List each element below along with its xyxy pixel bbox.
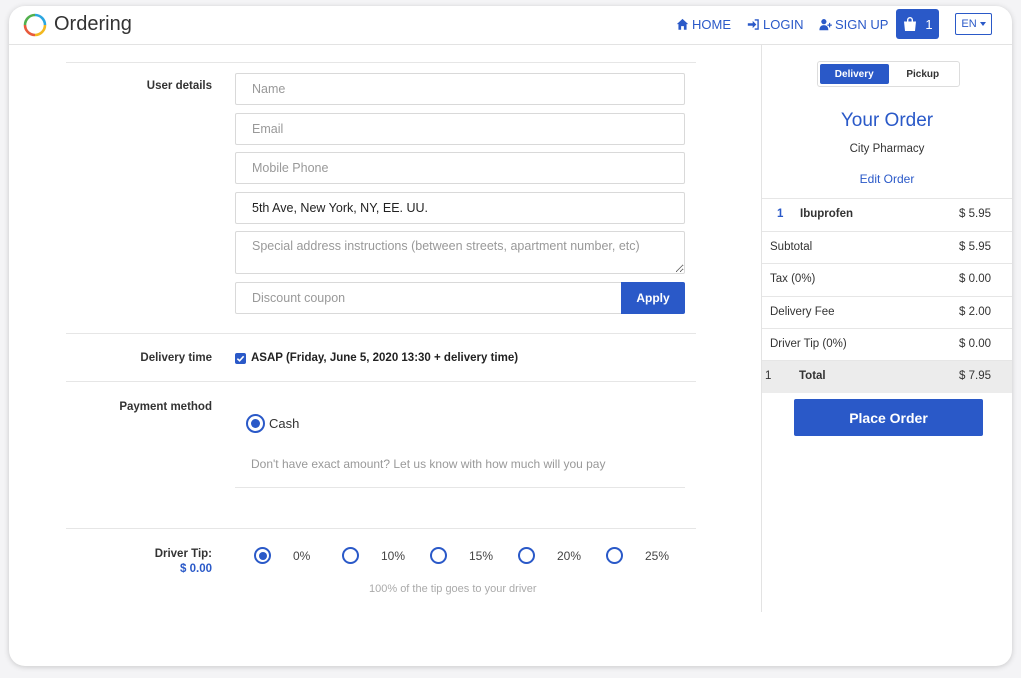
tip-option-15[interactable]: 15% — [430, 547, 493, 564]
user-details-label: User details — [146, 80, 212, 92]
item-quantity: 1 — [777, 208, 784, 220]
nav-signup-link[interactable]: SIGN UP — [819, 17, 888, 32]
asap-checkbox[interactable] — [235, 352, 246, 364]
tip-radio[interactable] — [606, 547, 623, 564]
tip-radio[interactable] — [254, 547, 271, 564]
tip-option-10[interactable]: 10% — [342, 547, 405, 564]
tip-note: 100% of the tip goes to your driver — [369, 583, 537, 595]
check-icon — [236, 355, 245, 362]
tip-option-20[interactable]: 20% — [518, 547, 581, 564]
tip-option-0[interactable]: 0% — [254, 547, 310, 564]
asap-option[interactable]: ASAP (Friday, June 5, 2020 13:30 + deliv… — [235, 352, 518, 364]
ordering-logo-icon — [23, 13, 47, 37]
item-name: Ibuprofen — [800, 208, 854, 220]
total-label: Total — [799, 370, 826, 382]
payment-cash-option[interactable]: Cash — [246, 414, 299, 433]
place-order-button[interactable]: Place Order — [794, 399, 983, 436]
language-selector[interactable]: EN — [955, 13, 992, 35]
cart-count: 1 — [925, 16, 933, 32]
cash-radio[interactable] — [246, 414, 265, 433]
cart-button[interactable]: 1 — [896, 9, 939, 39]
email-input[interactable] — [235, 113, 685, 145]
pickup-mode-button[interactable]: Pickup — [889, 64, 958, 84]
caret-down-icon — [979, 22, 986, 26]
subtotal-row: Subtotal $ 5.95 — [762, 231, 1012, 264]
address-instructions-input[interactable] — [235, 231, 685, 274]
divider — [66, 62, 696, 63]
order-title: Your Order — [840, 110, 934, 131]
brand-name: Ordering — [54, 13, 132, 35]
tip-radio[interactable] — [518, 547, 535, 564]
total-amount: $ 7.95 — [959, 370, 991, 382]
nav-login-link[interactable]: LOGIN — [747, 17, 803, 32]
sign-in-icon — [747, 19, 759, 30]
driver-tip-amount: $ 0.00 — [180, 563, 212, 575]
top-navbar: Ordering HOME LOGIN SIGN UP 1 EN — [9, 6, 1012, 45]
delivery-time-label: Delivery time — [140, 352, 212, 364]
order-summary-panel: Delivery Pickup Your Order City Pharmacy… — [761, 45, 1012, 612]
home-icon — [676, 18, 689, 30]
item-price: $ 5.95 — [959, 208, 991, 220]
order-mode-toggle: Delivery Pickup — [817, 61, 960, 87]
mobile-phone-input[interactable] — [235, 152, 685, 184]
cash-label: Cash — [269, 416, 300, 431]
cash-amount-hint[interactable]: Don't have exact amount? Let us know wit… — [251, 457, 605, 471]
total-quantity: 1 — [765, 370, 772, 382]
delivery-fee-row: Delivery Fee $ 2.00 — [762, 296, 1012, 329]
edit-order-link[interactable]: Edit Order — [762, 172, 1012, 186]
driver-tip-row: Driver Tip (0%) $ 0.00 — [762, 328, 1012, 361]
divider — [66, 333, 696, 334]
delivery-mode-button[interactable]: Delivery — [820, 64, 889, 84]
order-item-row: 1 Ibuprofen $ 5.95 — [762, 198, 1012, 231]
store-name: City Pharmacy — [849, 143, 925, 155]
discount-coupon-input[interactable] — [235, 282, 622, 314]
tax-row: Tax (0%) $ 0.00 — [762, 263, 1012, 296]
total-row: 1 Total $ 7.95 — [762, 360, 1012, 393]
shopping-bag-icon — [904, 17, 917, 31]
address-input[interactable] — [235, 192, 685, 224]
name-input[interactable] — [235, 73, 685, 105]
divider — [66, 528, 696, 529]
asap-text: ASAP (Friday, June 5, 2020 13:30 + deliv… — [251, 352, 519, 364]
tip-radio[interactable] — [342, 547, 359, 564]
nav-home-link[interactable]: HOME — [676, 17, 731, 32]
payment-method-label: Payment method — [119, 401, 212, 413]
driver-tip-label: Driver Tip: $ 0.00 — [154, 548, 212, 575]
app-window: Ordering HOME LOGIN SIGN UP 1 EN User de… — [9, 6, 1012, 666]
apply-coupon-button[interactable]: Apply — [621, 282, 685, 314]
user-plus-icon — [819, 19, 832, 31]
divider — [66, 381, 696, 382]
tip-radio[interactable] — [430, 547, 447, 564]
tip-option-25[interactable]: 25% — [606, 547, 669, 564]
cash-hint-underline — [235, 487, 685, 488]
